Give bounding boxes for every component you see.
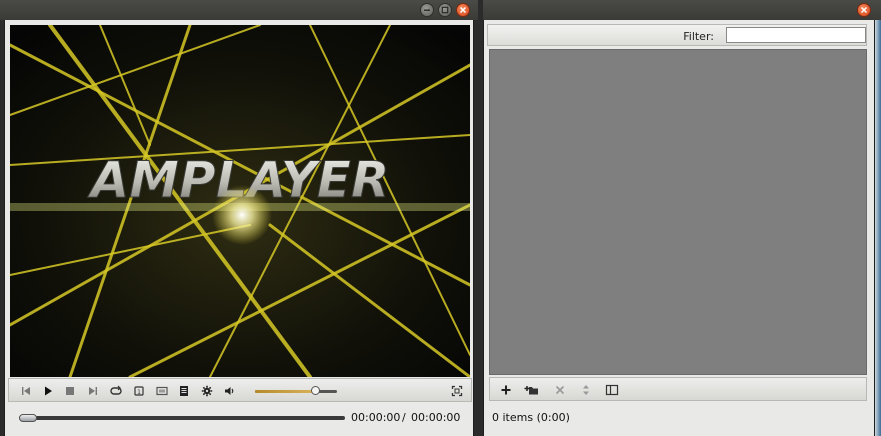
move-button[interactable]: [578, 382, 594, 398]
background-edge: [875, 20, 881, 436]
player-window: AMPLAYER 1 00:00:00 / 00:00:00: [0, 0, 478, 436]
previous-button[interactable]: [18, 383, 34, 399]
playlist-icon: [180, 386, 188, 396]
close-icon[interactable]: [456, 3, 470, 17]
settings-button[interactable]: [199, 383, 215, 399]
gear-icon: [201, 385, 213, 397]
filter-input[interactable]: [726, 27, 866, 43]
player-frame: AMPLAYER 1 00:00:00 / 00:00:00: [4, 20, 474, 436]
remove-button[interactable]: [552, 382, 568, 398]
skip-back-icon: [22, 387, 30, 395]
shuffle-button[interactable]: 1: [131, 383, 147, 399]
playlist-close-icon[interactable]: [857, 3, 871, 17]
play-icon: [45, 386, 52, 396]
next-button[interactable]: [85, 383, 101, 399]
minimize-icon[interactable]: [420, 3, 434, 17]
svg-text:1: 1: [137, 389, 141, 396]
screen-icon: [156, 386, 168, 396]
playlist-toggle-button[interactable]: [176, 383, 192, 399]
x-icon: [555, 385, 565, 395]
volume-fill: [255, 390, 315, 393]
video-area[interactable]: AMPLAYER: [10, 25, 470, 377]
skip-forward-icon: [89, 387, 97, 395]
playlist-titlebar[interactable]: [483, 0, 881, 20]
view-button[interactable]: [604, 382, 620, 398]
filter-label: Filter:: [683, 30, 714, 43]
filter-bar: Filter:: [487, 24, 867, 46]
time-total: 00:00:00: [411, 411, 461, 424]
folder-add-icon: [524, 386, 538, 395]
maximize-icon[interactable]: [438, 3, 452, 17]
playlist-status: 0 items (0:00): [492, 411, 570, 424]
player-controls: 1: [8, 378, 472, 402]
columns-icon: [605, 384, 619, 396]
volume-slider[interactable]: [255, 386, 337, 395]
stop-icon: [66, 387, 74, 395]
repeat-button[interactable]: [108, 383, 124, 399]
video-frame: AMPLAYER: [10, 25, 470, 377]
repeat-icon: [110, 385, 122, 395]
volume-knob[interactable]: [310, 386, 320, 395]
add-folder-button[interactable]: [524, 382, 540, 398]
seek-knob[interactable]: [19, 414, 37, 422]
player-titlebar[interactable]: [0, 0, 478, 20]
playlist-toolbar: [489, 377, 867, 401]
time-separator: /: [402, 411, 406, 424]
fullscreen-button[interactable]: [449, 383, 465, 399]
shuffle-icon: 1: [134, 386, 144, 396]
play-button[interactable]: [40, 383, 56, 399]
fullscreen-icon: [451, 385, 463, 397]
add-button[interactable]: [498, 382, 514, 398]
plus-icon: [501, 385, 511, 395]
mute-button[interactable]: [222, 383, 238, 399]
stop-button[interactable]: [62, 383, 78, 399]
screen-button[interactable]: [154, 383, 170, 399]
playlist-list[interactable]: [489, 49, 867, 375]
playlist-frame: Filter: 0 items (0:00): [483, 20, 875, 436]
time-current: 00:00:00: [351, 411, 401, 424]
seek-bar[interactable]: [19, 414, 345, 422]
playlist-window: Filter: 0 items (0:00): [483, 0, 881, 436]
updown-icon: [583, 385, 589, 395]
speaker-icon: [225, 387, 234, 395]
